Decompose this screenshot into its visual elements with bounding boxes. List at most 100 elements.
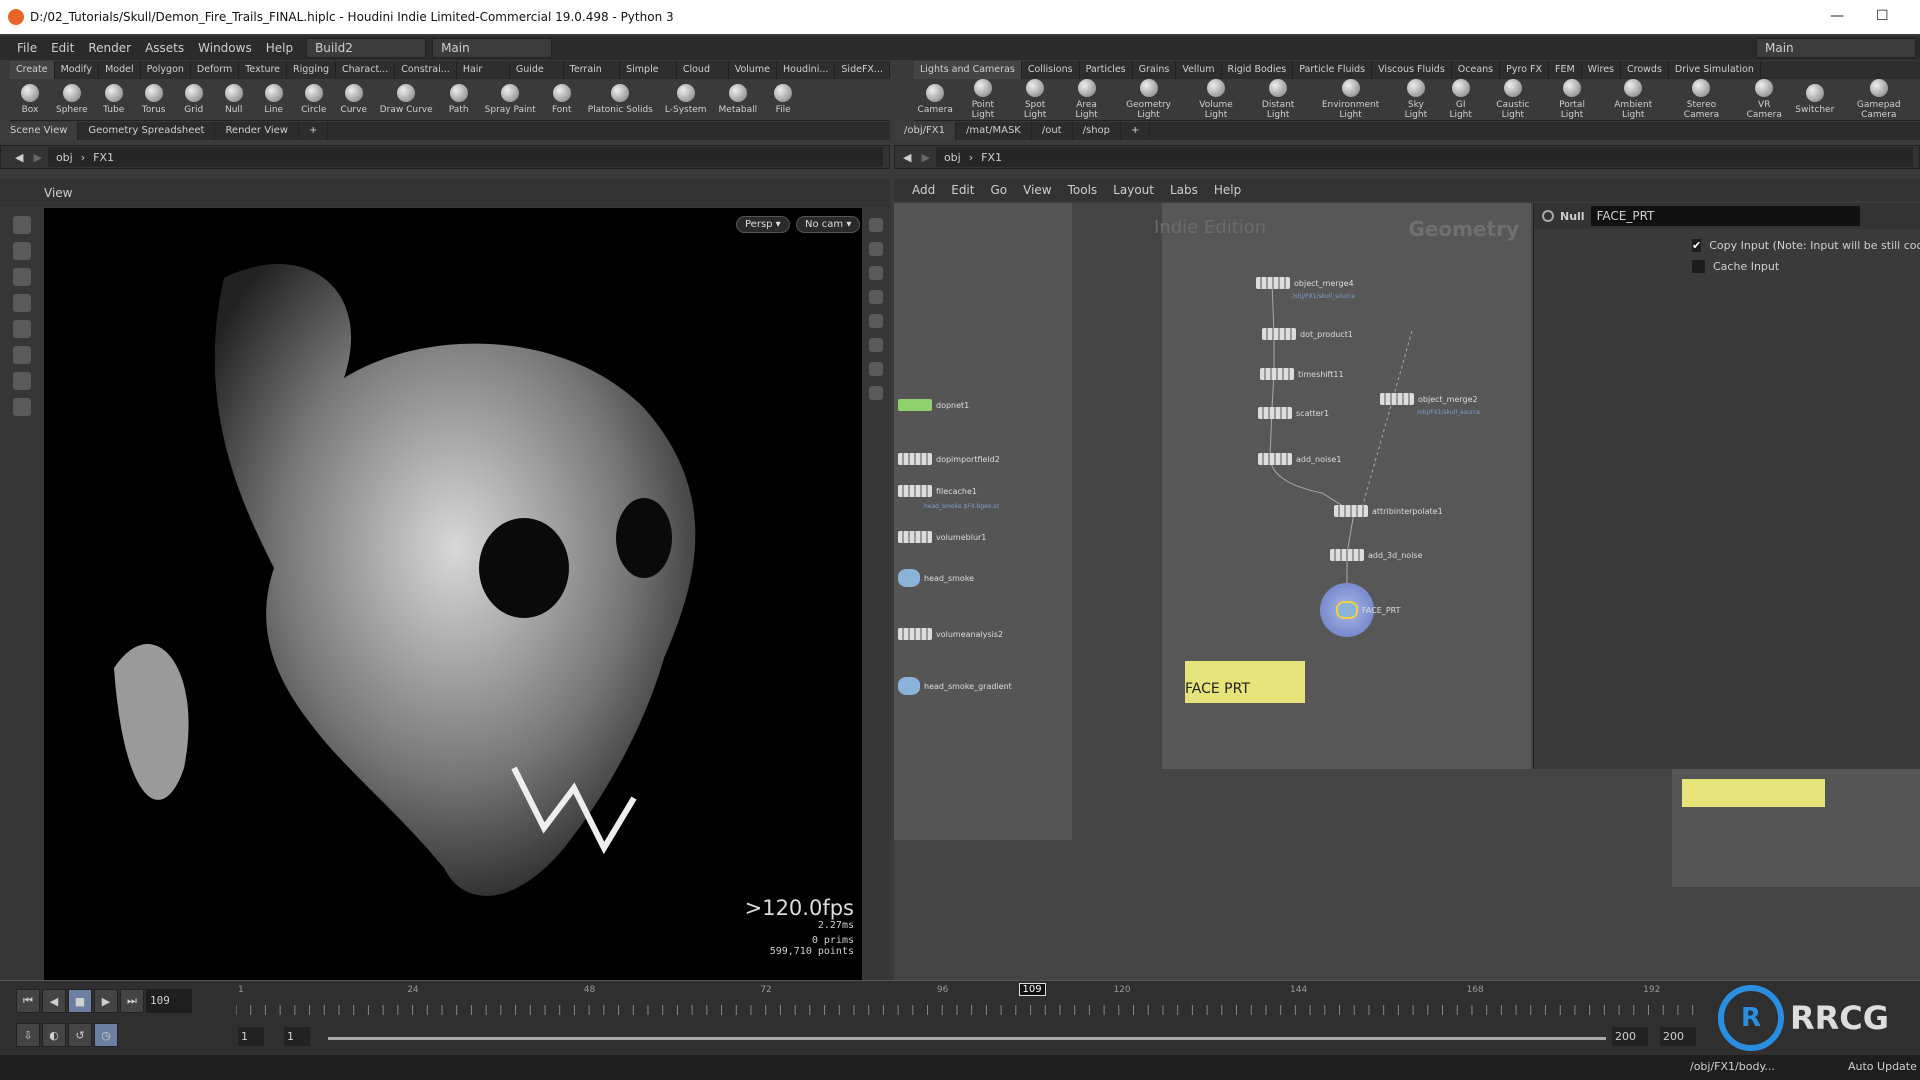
back-icon[interactable]: ◀ [903, 151, 911, 164]
menu-edit[interactable]: Edit [44, 41, 81, 55]
menu-file[interactable]: File [10, 41, 44, 55]
tool-gi-light[interactable]: GI Light [1440, 79, 1482, 120]
maximize-button[interactable]: ☐ [1876, 8, 1889, 24]
shelf-tab-guide-p[interactable]: Guide P... [510, 61, 564, 93]
tab-mat-mask[interactable]: /mat/MASK [956, 122, 1032, 140]
node-volumeanalysis2[interactable] [898, 628, 932, 640]
node-head-smoke-gradient[interactable] [898, 677, 920, 695]
audio-icon[interactable]: ◐ [42, 1023, 66, 1047]
display-option-icon[interactable] [868, 218, 883, 232]
tool-box[interactable]: Box [10, 84, 50, 115]
tab-shop[interactable]: /shop [1073, 122, 1121, 140]
clock-icon[interactable]: ◷ [94, 1023, 118, 1047]
status-path[interactable]: /obj/FX1/body... [1690, 1060, 1775, 1073]
tool-ambient-light[interactable]: Ambient Light [1600, 79, 1666, 120]
tool-null[interactable]: Null [214, 84, 254, 115]
range-start-field[interactable]: 1 [238, 1027, 264, 1046]
tool-spray-paint[interactable]: Spray Paint [479, 84, 542, 115]
tool-metaball[interactable]: Metaball [713, 84, 764, 115]
view-tool-icon[interactable] [13, 372, 31, 390]
node-dot-product1[interactable] [1262, 328, 1296, 340]
forward-icon[interactable]: ▶ [33, 151, 41, 164]
sticky-note-partial[interactable] [1682, 779, 1825, 807]
minimize-button[interactable]: — [1830, 8, 1844, 24]
shelf-tab-collisions[interactable]: Collisions [1022, 61, 1080, 79]
shelf-tab-fem[interactable]: FEM [1549, 61, 1582, 79]
shelf-tab-particles[interactable]: Particles [1080, 61, 1133, 79]
shelf-tab-charact[interactable]: Charact... [336, 61, 396, 79]
camera-select-menu[interactable]: No cam ▾ [796, 216, 861, 233]
copy-input-checkbox[interactable]: ✔ [1692, 239, 1702, 252]
jump-end-button[interactable]: ⏭ [120, 989, 144, 1013]
node-dopimportfield2[interactable] [898, 453, 932, 465]
node-dopnet1[interactable] [898, 399, 932, 411]
tool-sphere[interactable]: Sphere [50, 84, 94, 115]
add-tab-button[interactable]: + [299, 122, 329, 140]
node-face-prt[interactable] [1336, 601, 1358, 619]
path-obj[interactable]: obj [944, 151, 961, 164]
shelf-tab-model[interactable]: Model [99, 61, 141, 79]
net-menu-edit[interactable]: Edit [943, 183, 982, 197]
3d-viewport[interactable]: Persp ▾ No cam ▾ >120.0fps 2.27ms 0 prim… [44, 208, 862, 980]
tool-font[interactable]: Font [542, 84, 582, 115]
net-menu-labs[interactable]: Labs [1162, 183, 1206, 197]
cache-input-checkbox[interactable] [1692, 260, 1705, 273]
shelf-tab-oceans[interactable]: Oceans [1452, 61, 1501, 79]
tool-draw-curve[interactable]: Draw Curve [374, 84, 439, 115]
tool-curve[interactable]: Curve [334, 84, 374, 115]
path-breadcrumb[interactable]: obj › FX1 [935, 147, 1913, 167]
tool-line[interactable]: Line [254, 84, 294, 115]
current-frame-field[interactable]: 109 [146, 989, 192, 1013]
tool-caustic-light[interactable]: Caustic Light [1482, 79, 1544, 120]
path-breadcrumb[interactable]: obj › FX1 [47, 147, 883, 167]
shelf-tab-rigid-bodies[interactable]: Rigid Bodies [1222, 61, 1294, 79]
menu-assets[interactable]: Assets [138, 41, 191, 55]
tool-camera[interactable]: Camera [914, 84, 956, 115]
tool-portal-light[interactable]: Portal Light [1544, 79, 1600, 120]
shelf-tab-drive-simulation[interactable]: Drive Simulation [1669, 61, 1761, 79]
node-scatter1[interactable] [1258, 407, 1292, 419]
net-menu-help[interactable]: Help [1206, 183, 1249, 197]
node-name-field[interactable]: FACE_PRT [1590, 206, 1860, 226]
shelf-tab-cloud-fx[interactable]: Cloud FX [677, 61, 729, 93]
path-fx1[interactable]: FX1 [93, 151, 114, 164]
tab-scene-view[interactable]: Scene View [0, 122, 79, 140]
shelf-tab-simple-fx[interactable]: Simple FX [620, 61, 677, 93]
tool-file[interactable]: File [763, 84, 803, 115]
back-icon[interactable]: ◀ [15, 151, 23, 164]
network-box-geometry[interactable]: Indie Edition Geometry object_merge4 /ob… [1154, 203, 1531, 769]
node-volumeblur1[interactable] [898, 531, 932, 543]
shelf-tab-vellum[interactable]: Vellum [1176, 61, 1222, 79]
tool-distant-light[interactable]: Distant Light [1247, 79, 1309, 120]
tool-switcher[interactable]: Switcher [1792, 84, 1838, 115]
shelf-tab-grains[interactable]: Grains [1133, 61, 1177, 79]
tool-spot-light[interactable]: Spot Light [1009, 79, 1060, 120]
move-tool-icon[interactable] [13, 242, 31, 260]
shelf-tab-create[interactable]: Create [10, 61, 55, 79]
shading-icon[interactable] [868, 314, 883, 328]
normals-icon[interactable] [868, 362, 883, 376]
tool-stereo-camera[interactable]: Stereo Camera [1666, 79, 1736, 120]
node-head-smoke[interactable] [898, 569, 920, 587]
net-menu-add[interactable]: Add [904, 183, 943, 197]
auto-update-button[interactable]: Auto Update [1848, 1060, 1917, 1073]
rotate-tool-icon[interactable] [13, 268, 31, 286]
menu-render[interactable]: Render [81, 41, 138, 55]
node-object-merge2[interactable] [1380, 393, 1414, 405]
shelf-tab-wires[interactable]: Wires [1582, 61, 1621, 79]
net-menu-layout[interactable]: Layout [1105, 183, 1162, 197]
tool-area-light[interactable]: Area Light [1061, 79, 1113, 120]
shelf-tab-volume[interactable]: Volume [729, 61, 778, 79]
tool-tube[interactable]: Tube [94, 84, 134, 115]
tab-render-view[interactable]: Render View [215, 122, 299, 140]
shelf-tab-modify[interactable]: Modify [55, 61, 100, 79]
points-icon[interactable] [868, 386, 883, 400]
net-menu-go[interactable]: Go [982, 183, 1015, 197]
node-add-noise1[interactable] [1258, 453, 1292, 465]
wireframe-icon[interactable] [868, 338, 883, 352]
node-object-merge4[interactable] [1256, 277, 1290, 289]
shelf-tab-rigging[interactable]: Rigging [287, 61, 337, 79]
shelf-tab-deform[interactable]: Deform [191, 61, 240, 79]
handle-tool-icon[interactable] [13, 320, 31, 338]
range-end-field[interactable]: 200 [1660, 1027, 1696, 1046]
